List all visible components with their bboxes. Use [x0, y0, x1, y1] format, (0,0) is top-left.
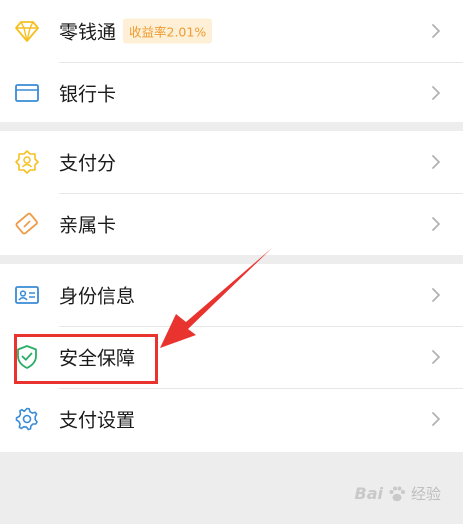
- watermark-suffix: 经验: [410, 485, 441, 503]
- watermark: Bai 经验: [355, 483, 442, 504]
- menu-label-lingqiantong: 零钱通: [59, 21, 117, 44]
- id-card-icon: [14, 282, 40, 308]
- menu-label-pay-score: 支付分: [59, 152, 117, 175]
- menu-label-family-card: 亲属卡: [59, 214, 117, 237]
- menu-label-identity: 身份信息: [59, 285, 136, 308]
- score-badge-icon: [14, 149, 40, 175]
- card-icon: [14, 80, 40, 106]
- chevron-right-icon: [431, 154, 441, 170]
- chevron-right-icon: [431, 411, 441, 427]
- chevron-right-icon: [431, 216, 441, 232]
- diamond-icon: [14, 18, 40, 44]
- chevron-right-icon: [431, 85, 441, 101]
- gear-icon: [14, 406, 40, 432]
- paw-icon: [389, 486, 405, 501]
- chevron-right-icon: [431, 349, 441, 365]
- menu-item-family-card[interactable]: 亲属卡: [0, 193, 463, 255]
- menu-label-pay-settings: 支付设置: [59, 409, 136, 432]
- annotation-highlight-box: [14, 334, 158, 384]
- menu-group-wallet: 零钱通 收益率2.01% 银行卡: [0, 0, 463, 122]
- menu-item-lingqiantong[interactable]: 零钱通 收益率2.01%: [0, 0, 463, 62]
- family-card-icon: [14, 211, 40, 237]
- menu-item-identity[interactable]: 身份信息: [0, 264, 463, 326]
- menu-item-pay-settings[interactable]: 支付设置: [0, 388, 463, 450]
- watermark-brand: Bai: [354, 484, 383, 503]
- menu-label-bank-card: 银行卡: [59, 83, 117, 106]
- yield-badge: 收益率2.01%: [123, 18, 213, 44]
- menu-item-pay-score[interactable]: 支付分: [0, 131, 463, 193]
- menu-group-services: 支付分 亲属卡: [0, 131, 463, 255]
- menu-item-bank-card[interactable]: 银行卡: [0, 62, 463, 124]
- chevron-right-icon: [431, 23, 441, 39]
- chevron-right-icon: [431, 287, 441, 303]
